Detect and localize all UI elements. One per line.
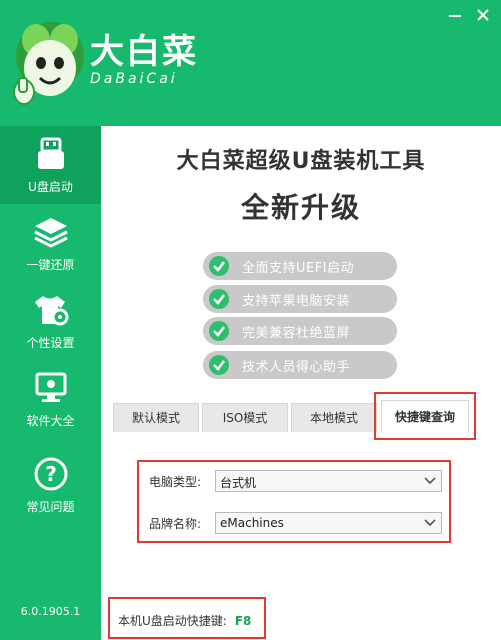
close-button[interactable] xyxy=(474,6,492,24)
hotkey-result: 本机U盘启动快捷键: F8 xyxy=(118,612,251,629)
logo-title: 大白菜 xyxy=(90,32,198,72)
tab-local-mode[interactable]: 本地模式 xyxy=(291,403,377,432)
svg-text:?: ? xyxy=(45,462,57,486)
logo: 大白菜 DaBaiCai xyxy=(90,34,198,87)
feature-badge: 完美兼容杜绝蓝屏 xyxy=(203,317,397,345)
feature-text: 支持苹果电脑安装 xyxy=(242,294,351,309)
feature-badge: 全面支持UEFI启动 xyxy=(203,252,397,280)
cabbage-mascot-icon xyxy=(10,16,90,112)
sidebar-item-restore[interactable]: 一键还原 xyxy=(0,204,101,282)
app-window: 大白菜 DaBaiCai U盘启动 一键还原 个性设置 软件大全 ? 常见问题 … xyxy=(0,0,501,640)
tab-default-mode[interactable]: 默认模式 xyxy=(113,403,199,432)
computer-type-label: 电脑类型: xyxy=(149,475,202,489)
chevron-down-icon xyxy=(424,477,436,485)
sidebar-item-usb-boot[interactable]: U盘启动 xyxy=(0,126,101,204)
question-icon: ? xyxy=(34,457,67,491)
check-icon xyxy=(209,355,229,375)
check-icon xyxy=(209,321,229,341)
brand-select[interactable]: eMachines xyxy=(215,512,442,534)
sidebar-item-personalize[interactable]: 个性设置 xyxy=(0,282,101,360)
hotkey-label: 本机U盘启动快捷键: xyxy=(118,614,227,628)
feature-text: 技术人员得心助手 xyxy=(242,360,351,375)
usb-drive-icon xyxy=(37,137,64,169)
sidebar-item-label: U盘启动 xyxy=(28,180,73,194)
tab-iso-mode[interactable]: ISO模式 xyxy=(202,403,288,432)
sidebar-item-label: 常见问题 xyxy=(26,500,75,514)
chevron-down-icon xyxy=(424,519,436,527)
feature-text: 全面支持UEFI启动 xyxy=(242,261,355,276)
sidebar-item-label: 一键还原 xyxy=(26,258,75,272)
sidebar-item-label: 软件大全 xyxy=(26,414,75,428)
feature-text: 完美兼容杜绝蓝屏 xyxy=(242,326,351,341)
sidebar-item-faq[interactable]: ? 常见问题 xyxy=(0,446,101,524)
computer-type-value: 台式机 xyxy=(220,476,257,490)
hotkey-value: F8 xyxy=(234,614,252,628)
header-bar: 大白菜 DaBaiCai xyxy=(0,0,501,126)
brand-label: 品牌名称: xyxy=(149,517,202,531)
tshirt-gear-icon xyxy=(34,296,68,326)
highlight-box xyxy=(374,392,476,440)
minimize-icon xyxy=(449,15,461,17)
sidebar-item-label: 个性设置 xyxy=(26,336,75,350)
check-icon xyxy=(209,256,229,276)
page-subtitle: 全新升级 xyxy=(240,191,361,224)
brand-value: eMachines xyxy=(220,516,284,530)
check-icon xyxy=(209,289,229,309)
version-label: 6.0.1905.1 xyxy=(20,605,81,618)
minimize-button[interactable] xyxy=(446,6,464,24)
feature-badge: 支持苹果电脑安装 xyxy=(203,285,397,313)
logo-subtitle: DaBaiCai xyxy=(90,71,178,87)
computer-type-select[interactable]: 台式机 xyxy=(215,470,442,492)
layers-icon xyxy=(33,218,68,248)
page-title: 大白菜超级U盘装机工具 xyxy=(176,149,426,174)
sidebar-item-software[interactable]: 软件大全 xyxy=(0,360,101,438)
close-icon xyxy=(477,9,489,21)
monitor-icon xyxy=(35,372,66,402)
feature-badge: 技术人员得心助手 xyxy=(203,351,397,379)
